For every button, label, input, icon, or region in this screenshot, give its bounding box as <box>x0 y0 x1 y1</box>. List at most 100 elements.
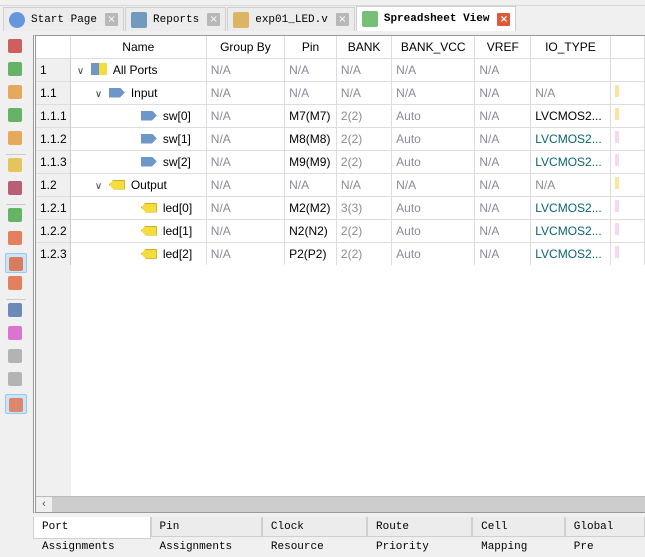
bottom-tab-cell-mapping[interactable]: Cell Mapping <box>472 517 565 553</box>
group-by-cell[interactable]: N/A <box>206 172 286 196</box>
bank-cell[interactable]: 2(2) <box>336 218 393 242</box>
close-icon[interactable]: × <box>105 13 119 26</box>
horizontal-scrollbar[interactable]: ‹ <box>36 496 645 512</box>
vref-cell[interactable]: N/A <box>474 195 532 219</box>
table-row[interactable]: 1 ∨ All Ports N/A N/A N/A N/A N/A <box>36 57 645 81</box>
chip-warning-icon[interactable] <box>5 276 27 296</box>
pin-cell[interactable]: N/A <box>284 80 337 104</box>
partial-cell[interactable] <box>610 195 645 219</box>
scroll-left-button[interactable]: ‹ <box>36 497 52 512</box>
no-clock-icon[interactable] <box>5 39 27 59</box>
sort-az-icon[interactable] <box>5 303 27 323</box>
table-row[interactable]: 1.1 ∨ Input N/A N/A N/A N/A N/A N/A <box>36 80 645 104</box>
bank-vcc-cell[interactable]: Auto <box>391 126 476 150</box>
bottom-tab-port-assignments[interactable]: Port Assignments <box>33 517 151 553</box>
close-icon[interactable]: × <box>335 13 349 26</box>
bank-vcc-cell[interactable]: N/A <box>391 80 476 104</box>
partial-cell[interactable] <box>610 241 645 265</box>
color-icon[interactable] <box>5 394 27 414</box>
io-type-cell[interactable]: LVCMOS2... <box>530 103 611 127</box>
chevron-down-icon[interactable]: ∨ <box>95 89 109 100</box>
name-cell[interactable]: led[1] <box>70 218 207 242</box>
vref-cell[interactable]: N/A <box>474 172 532 196</box>
io-type-cell[interactable]: LVCMOS2... <box>530 126 611 150</box>
bank-cell[interactable]: N/A <box>336 57 393 81</box>
column-header-pin[interactable]: Pin <box>284 36 337 58</box>
partial-cell[interactable] <box>610 218 645 242</box>
table-row[interactable]: 1.2.3 led[2] N/A P2(P2) 2(2) Auto N/A LVCMOS2..… <box>36 241 645 265</box>
partial-cell[interactable] <box>610 57 645 81</box>
group-by-cell[interactable]: N/A <box>206 103 286 127</box>
tab-start-page[interactable]: Start Page × <box>3 7 125 31</box>
column-header-row-number[interactable] <box>36 36 71 58</box>
name-cell[interactable]: sw[2] <box>70 149 207 173</box>
group-by-cell[interactable]: N/A <box>206 126 286 150</box>
column-header-group-by[interactable]: Group By <box>206 36 286 58</box>
close-icon[interactable]: × <box>207 13 221 26</box>
pin-cell[interactable]: N/A <box>284 172 337 196</box>
bank-cell[interactable]: 2(2) <box>336 149 393 173</box>
pin-cell[interactable]: M2(M2) <box>284 195 337 219</box>
io-type-cell[interactable]: N/A <box>530 80 611 104</box>
bank-vcc-cell[interactable]: N/A <box>391 172 476 196</box>
warning-port-icon[interactable] <box>5 231 27 251</box>
group-by-cell[interactable]: N/A <box>206 218 286 242</box>
pin-cell[interactable]: M9(M9) <box>284 149 337 173</box>
io-type-cell[interactable]: LVCMOS2... <box>530 195 611 219</box>
name-cell[interactable]: ∨ All Ports <box>70 57 207 81</box>
io-type-cell[interactable] <box>530 57 611 81</box>
partial-cell[interactable] <box>610 126 645 150</box>
ungroup-icon[interactable] <box>5 372 27 392</box>
partial-cell[interactable] <box>610 172 645 196</box>
close-icon[interactable]: × <box>497 12 511 26</box>
pin-cell[interactable]: N2(N2) <box>284 218 337 242</box>
group-icon[interactable] <box>5 349 27 369</box>
group-by-cell[interactable]: N/A <box>206 80 286 104</box>
vref-cell[interactable]: N/A <box>474 126 532 150</box>
group-by-cell[interactable]: N/A <box>206 195 286 219</box>
chevron-down-icon[interactable]: ∨ <box>77 66 91 77</box>
io-type-cell[interactable]: N/A <box>530 172 611 196</box>
name-cell[interactable]: led[2] <box>70 241 207 265</box>
column-header-partial[interactable] <box>610 36 645 58</box>
tab-spreadsheet-view[interactable]: Spreadsheet View × <box>355 6 517 31</box>
chevron-down-icon[interactable]: ∨ <box>95 181 109 192</box>
waveform-icon[interactable] <box>5 181 27 201</box>
bank-vcc-cell[interactable]: N/A <box>391 57 476 81</box>
bottom-tab-clock-resource[interactable]: Clock Resource <box>261 517 367 553</box>
name-cell[interactable]: sw[0] <box>70 103 207 127</box>
column-header-vref[interactable]: VREF <box>474 36 532 58</box>
bank-vcc-cell[interactable]: Auto <box>391 241 476 265</box>
magic-icon[interactable] <box>5 326 27 346</box>
pin-cell[interactable]: P2(P2) <box>284 241 337 265</box>
export-icon[interactable] <box>5 208 27 228</box>
bottom-tab-global-pre[interactable]: Global Pre <box>564 517 645 553</box>
clock-gate-icon[interactable] <box>5 85 27 105</box>
bank-cell[interactable]: 2(2) <box>336 241 393 265</box>
bank-cell[interactable]: N/A <box>336 172 393 196</box>
vref-cell[interactable]: N/A <box>474 218 532 242</box>
group-by-cell[interactable]: N/A <box>206 241 286 265</box>
name-cell[interactable]: led[0] <box>70 195 207 219</box>
column-header-name[interactable]: Name <box>70 36 207 58</box>
name-cell[interactable]: sw[1] <box>70 126 207 150</box>
pin-cell[interactable]: M8(M8) <box>284 126 337 150</box>
bottom-tab-pin-assignments[interactable]: Pin Assignments <box>150 517 262 553</box>
io-type-cell[interactable]: LVCMOS2... <box>530 149 611 173</box>
table-row[interactable]: 1.1.3 sw[2] N/A M9(M9) 2(2) Auto N/A LVCMOS2... <box>36 149 645 173</box>
group-by-cell[interactable]: N/A <box>206 57 286 81</box>
bank-cell[interactable]: 3(3) <box>336 195 393 219</box>
bank-cell[interactable]: N/A <box>336 80 393 104</box>
bank-vcc-cell[interactable]: Auto <box>391 103 476 127</box>
partial-cell[interactable] <box>610 80 645 104</box>
io-type-cell[interactable]: LVCMOS2... <box>530 218 611 242</box>
vref-cell[interactable]: N/A <box>474 80 532 104</box>
tab-reports[interactable]: Reports × <box>125 7 227 31</box>
vref-cell[interactable]: N/A <box>474 57 532 81</box>
partial-cell[interactable] <box>610 149 645 173</box>
import-folder-icon[interactable] <box>5 158 27 178</box>
table-row[interactable]: 1.2.1 led[0] N/A M2(M2) 3(3) Auto N/A LVCMOS2..… <box>36 195 645 219</box>
name-cell[interactable]: ∨ Input <box>70 80 207 104</box>
bottom-tab-route-priority[interactable]: Route Priority <box>367 517 473 553</box>
bank-cell[interactable]: 2(2) <box>336 103 393 127</box>
